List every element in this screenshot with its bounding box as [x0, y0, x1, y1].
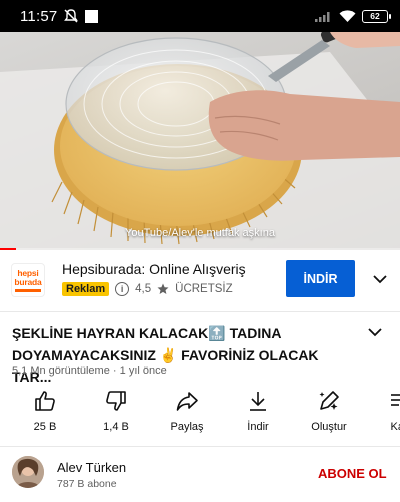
- save-button[interactable]: Kay: [366, 389, 400, 433]
- ad-logo: hepsi burada: [11, 263, 45, 297]
- battery-level: 62: [370, 10, 380, 21]
- ad-badge: Reklam: [62, 282, 110, 296]
- create-button[interactable]: Oluştur: [295, 389, 363, 433]
- share-icon: [176, 392, 198, 411]
- signal-icon: [315, 12, 330, 22]
- channel-name[interactable]: Alev Türken: [57, 460, 126, 475]
- info-icon[interactable]: i: [115, 282, 130, 296]
- notification-square-icon: [85, 9, 99, 23]
- action-bar: 25 B 1,4 B Paylaş İndir Oluştur K: [0, 389, 400, 441]
- avatar[interactable]: [12, 456, 44, 488]
- view-count: 5,1 Mn görüntüleme: [12, 365, 110, 377]
- status-bar: 11:57 62: [0, 0, 400, 32]
- ad-install-button[interactable]: İNDİR: [286, 260, 355, 297]
- channel-row[interactable]: Alev Türken 787 B abone ABONE OL: [0, 447, 400, 502]
- share-label: Paylaş: [170, 421, 204, 433]
- ad-title[interactable]: Hepsiburada: Online Alışveriş: [62, 261, 246, 277]
- video-meta: 5,1 Mn görüntüleme · 1 yıl önce: [12, 365, 167, 377]
- video-title[interactable]: ŞEKLİNE HAYRAN KALACAK🔝 TADINA DOYAMAYAC…: [12, 322, 357, 388]
- divider: [0, 311, 400, 312]
- subscribe-button[interactable]: ABONE OL: [318, 466, 387, 481]
- ad-meta: Reklam i 4,5 ÜCRETSİZ: [62, 282, 233, 296]
- meta-separator: ·: [112, 365, 117, 377]
- like-button[interactable]: 25 B: [11, 389, 79, 433]
- expand-description-icon[interactable]: [366, 323, 384, 341]
- create-label: Oluştur: [311, 421, 347, 433]
- upload-age: 1 yıl önce: [119, 365, 167, 377]
- video-player[interactable]: YouTube/Alev'le mutfak aşkına: [0, 32, 400, 250]
- status-time: 11:57: [20, 7, 58, 25]
- save-label: Kay: [390, 421, 400, 433]
- create-icon: [319, 391, 339, 410]
- wifi-icon: [339, 9, 356, 22]
- battery-icon: 62: [362, 9, 391, 23]
- video-frame: [0, 32, 400, 250]
- download-icon: [250, 392, 266, 411]
- ad-logo-bar: [15, 288, 41, 292]
- thumbs-up-icon: [35, 391, 55, 411]
- download-button[interactable]: İndir: [224, 389, 292, 433]
- download-label: İndir: [247, 421, 269, 433]
- dislike-count: 1,4 B: [103, 421, 129, 433]
- avatar-image: [12, 456, 44, 488]
- mute-icon: [64, 9, 79, 23]
- share-button[interactable]: Paylaş: [153, 389, 221, 433]
- chevron-down-icon[interactable]: [372, 271, 388, 287]
- star-icon: [157, 283, 169, 294]
- video-caption: YouTube/Alev'le mutfak aşkına: [125, 227, 275, 239]
- ad-rating: 4,5: [135, 283, 152, 295]
- ad-banner[interactable]: hepsi burada Hepsiburada: Online Alışver…: [0, 250, 400, 310]
- dislike-button[interactable]: 1,4 B: [82, 389, 150, 433]
- ad-price: ÜCRETSİZ: [175, 283, 233, 295]
- save-icon: [391, 394, 400, 406]
- ad-logo-text-2: burada: [14, 276, 42, 287]
- subscriber-count: 787 B abone: [57, 478, 117, 490]
- like-count: 25 B: [33, 421, 57, 433]
- thumbs-down-icon: [106, 391, 126, 411]
